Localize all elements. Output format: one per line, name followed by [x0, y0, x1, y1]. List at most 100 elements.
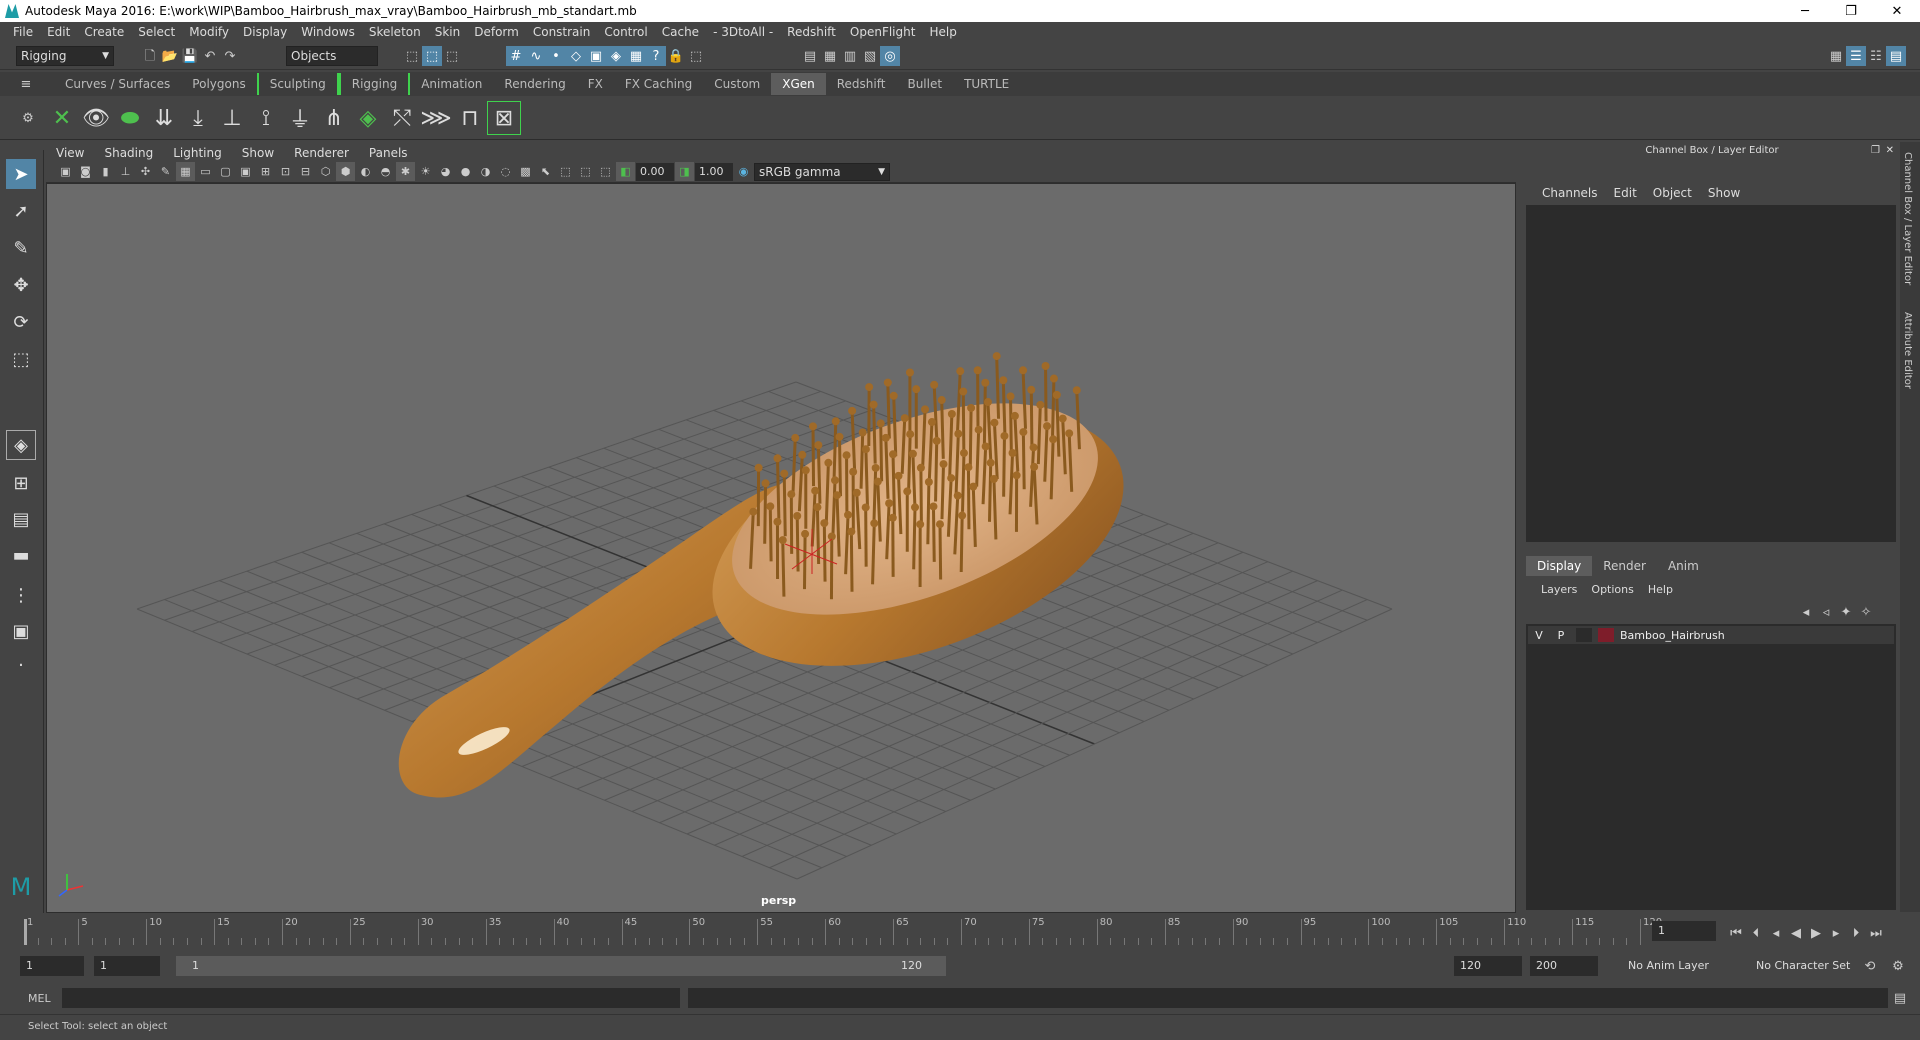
attribute-editor-toggle-icon[interactable]: ☰ [1846, 46, 1866, 66]
redo-icon[interactable]: ↷ [220, 46, 240, 66]
menu-item[interactable]: Constrain [526, 25, 598, 39]
time-slider[interactable]: 1 5 10 15 20 25 30 35 40 45 50 55 60 65 70 75 80 85 90 95 10… [0, 913, 1920, 949]
shelf-tab[interactable]: Animation [410, 73, 493, 95]
menu-item[interactable]: Redshift [780, 25, 843, 39]
select-object-icon[interactable]: ⬚ [422, 46, 442, 66]
selection-mode-dropdown[interactable]: Objects [286, 46, 378, 66]
menu-item[interactable]: Cache [655, 25, 706, 39]
film-gate-icon[interactable]: ▭ [196, 162, 215, 181]
layer-editor-tab[interactable]: Anim [1657, 556, 1710, 576]
field-chart-icon[interactable]: ⊞ [256, 162, 275, 181]
lock-icon[interactable]: 🔒 [666, 46, 686, 66]
scene-start-field[interactable]: 1 [20, 956, 84, 976]
step-back-frame-icon[interactable]: ⏴ [1746, 923, 1766, 943]
snap-help-icon[interactable]: ? [646, 46, 666, 66]
channel-box-side-tab[interactable]: Channel Box / Layer Editor [1902, 152, 1913, 285]
shelf-tab[interactable]: Rigging [338, 73, 411, 95]
ipr-render-icon[interactable]: ▥ [840, 46, 860, 66]
snap-edges-icon[interactable]: ▦ [626, 46, 646, 66]
layer-display-type[interactable] [1576, 628, 1592, 642]
playback-end-field[interactable]: 120 [1454, 956, 1522, 976]
menu-item[interactable]: Skin [428, 25, 468, 39]
xgen-layers-icon[interactable]: ◈ [352, 102, 384, 134]
channel-box-menu-item[interactable]: Edit [1606, 186, 1645, 200]
xray-icon[interactable]: ⬉ [536, 162, 555, 181]
layer-editor-menu-item[interactable]: Options [1584, 583, 1640, 596]
new-layer-selected-icon[interactable]: ✧ [1856, 602, 1876, 622]
exposure-icon[interactable]: ◧ [616, 162, 635, 181]
channel-box-toggle-icon[interactable]: ▤ [1886, 46, 1906, 66]
preferences-icon[interactable]: ⚙ [1888, 956, 1908, 976]
motion-blur-icon[interactable]: ● [456, 162, 475, 181]
time-slider-track[interactable]: 1 5 10 15 20 25 30 35 40 45 50 55 60 65 70 75 80 85 90 95 10… [24, 917, 1662, 945]
perspective-viewport[interactable]: persp [46, 183, 1516, 913]
layer-row[interactable]: V P Bamboo_Hairbrush [1528, 626, 1894, 644]
layer-visibility-toggle[interactable]: V [1528, 629, 1550, 642]
wireframe-icon[interactable]: ⬡ [316, 162, 335, 181]
playback-start-field[interactable]: 1 [94, 956, 160, 976]
layer-editor-menu-item[interactable]: Layers [1534, 583, 1584, 596]
layer-editor-menu-item[interactable]: Help [1641, 583, 1680, 596]
menu-item[interactable]: Control [597, 25, 654, 39]
step-back-key-icon[interactable]: ◂ [1766, 923, 1786, 943]
shelf-tab[interactable]: XGen [771, 73, 826, 95]
gamma-field[interactable]: 1.00 [695, 162, 733, 181]
persp-outliner-icon[interactable]: ▤ [6, 504, 36, 534]
menu-item[interactable]: Deform [467, 25, 526, 39]
xgen-guide-add-icon[interactable]: ⇊ [148, 102, 180, 134]
smooth-shade-icon[interactable]: ⬢ [336, 162, 355, 181]
lasso-tool-icon[interactable]: ➚ [6, 196, 36, 226]
persp-graph-icon[interactable]: ▬ [6, 540, 36, 570]
menu-item[interactable]: Windows [294, 25, 362, 39]
current-time-indicator[interactable] [24, 919, 27, 945]
image-plane-icon[interactable]: ⊥ [116, 162, 135, 181]
step-forward-key-icon[interactable]: ▸ [1826, 923, 1846, 943]
grid-toggle-icon[interactable]: ▦ [176, 162, 195, 181]
close-button[interactable]: ✕ [1874, 4, 1920, 19]
character-set-dropdown[interactable]: No Character Set [1750, 956, 1870, 976]
snap-surface-icon[interactable]: ▣ [586, 46, 606, 66]
safe-action-icon[interactable]: ⊡ [276, 162, 295, 181]
channel-box-menu-item[interactable]: Channels [1534, 186, 1606, 200]
layer-playback-toggle[interactable]: P [1550, 629, 1572, 642]
render-view-icon[interactable]: ▤ [800, 46, 820, 66]
menu-item[interactable]: Select [131, 25, 182, 39]
xgen-guide-sculpt-icon[interactable]: ⊥ [216, 102, 248, 134]
snap-view-icon[interactable]: ◇ [566, 46, 586, 66]
range-slider[interactable]: 1 120 [176, 956, 946, 976]
grease-pencil-icon[interactable]: ✎ [156, 162, 175, 181]
command-language-label[interactable]: MEL [28, 992, 51, 1005]
menu-item[interactable]: Create [77, 25, 131, 39]
play-backwards-icon[interactable]: ◀ [1786, 923, 1806, 943]
four-view-icon[interactable]: ⊞ [6, 468, 36, 498]
persp-uv-icon[interactable]: ▣ [6, 616, 36, 646]
single-view-icon[interactable]: ◈ [6, 430, 36, 460]
snap-point-icon[interactable]: • [546, 46, 566, 66]
menu-item[interactable]: - 3DtoAll - [706, 25, 780, 39]
menu-set-dropdown[interactable]: Rigging ▼ [16, 46, 114, 66]
shelf-tab[interactable]: Custom [703, 73, 771, 95]
ambient-occlusion-icon[interactable]: ◕ [436, 162, 455, 181]
scene-end-field[interactable]: 200 [1530, 956, 1598, 976]
camera-attributes-icon[interactable]: ◙ [76, 162, 95, 181]
viewport-menu-item[interactable]: Show [232, 146, 284, 160]
shelf-tab[interactable]: Rendering [493, 73, 576, 95]
render-current-icon[interactable]: ▦ [820, 46, 840, 66]
play-forwards-icon[interactable]: ▶ [1806, 923, 1826, 943]
render-settings-icon[interactable]: ▧ [860, 46, 880, 66]
isolate-select-icon[interactable]: ▩ [516, 162, 535, 181]
layer-name[interactable]: Bamboo_Hairbrush [1620, 629, 1725, 642]
go-to-end-icon[interactable]: ⏭ [1866, 923, 1886, 943]
move-layer-down-icon[interactable]: ◃ [1816, 602, 1836, 622]
gamma-icon[interactable]: ◨ [675, 162, 694, 181]
shelf-tab[interactable]: Polygons [181, 73, 256, 95]
channel-box-menu-item[interactable]: Show [1700, 186, 1748, 200]
snap-curve-icon[interactable]: ∿ [526, 46, 546, 66]
move-tool-icon[interactable]: ✥ [6, 270, 36, 300]
menu-item[interactable]: Edit [40, 25, 77, 39]
snap-grid-icon[interactable]: # [506, 46, 526, 66]
shelf-tab[interactable]: Sculpting [256, 73, 339, 95]
shelf-tab[interactable]: TURTLE [953, 73, 1020, 95]
gate-mask-icon[interactable]: ▣ [236, 162, 255, 181]
bookmark-icon[interactable]: ▮ [96, 162, 115, 181]
